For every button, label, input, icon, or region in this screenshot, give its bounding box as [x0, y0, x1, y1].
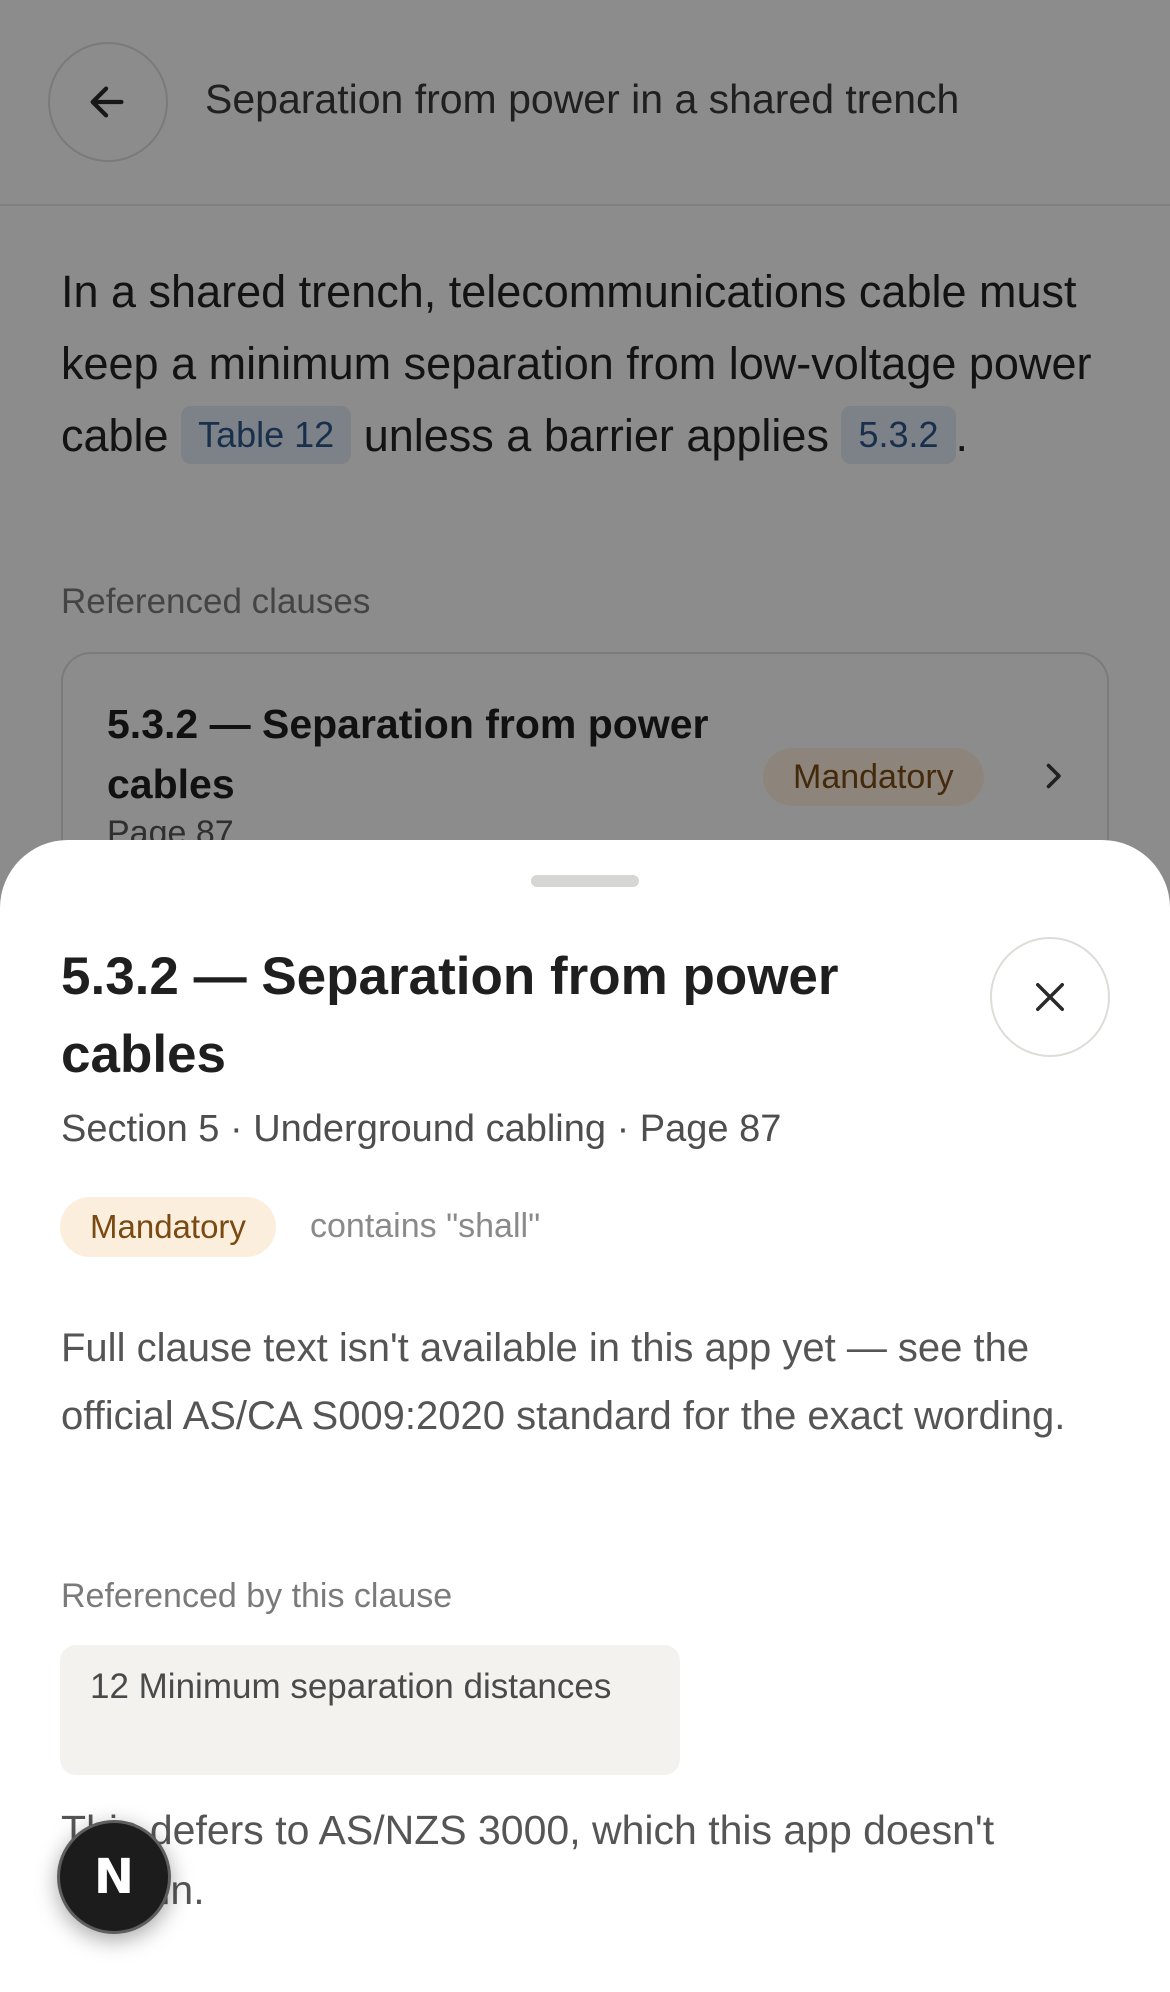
close-button[interactable] [990, 937, 1110, 1057]
close-icon [1036, 983, 1064, 1011]
mandatory-badge: Mandatory [60, 1197, 276, 1257]
referenced-by-label: Referenced by this clause [61, 1577, 453, 1615]
sheet-title: 5.3.2 — Separation from power cables [61, 947, 839, 1084]
clause-meta: Section 5 · Underground cabling · Page 8… [61, 1108, 782, 1150]
clause-bottom-sheet: 5.3.2 — Separation from power cables Sec… [0, 840, 1170, 1992]
dev-overlay-badge[interactable]: N [57, 1820, 171, 1934]
clause-body-text: Full clause text isn't available in this… [61, 1326, 1066, 1438]
sheet-grab-handle[interactable] [531, 875, 639, 887]
defers-note: This defers to AS/NZS 3000, which this a… [61, 1807, 995, 1913]
badge-note: contains "shall" [310, 1207, 541, 1245]
referenced-item-label: 12 Minimum separation distances [90, 1667, 612, 1706]
n-logo-icon: N [93, 1849, 135, 1905]
referenced-item-card[interactable]: 12 Minimum separation distances [60, 1645, 680, 1775]
